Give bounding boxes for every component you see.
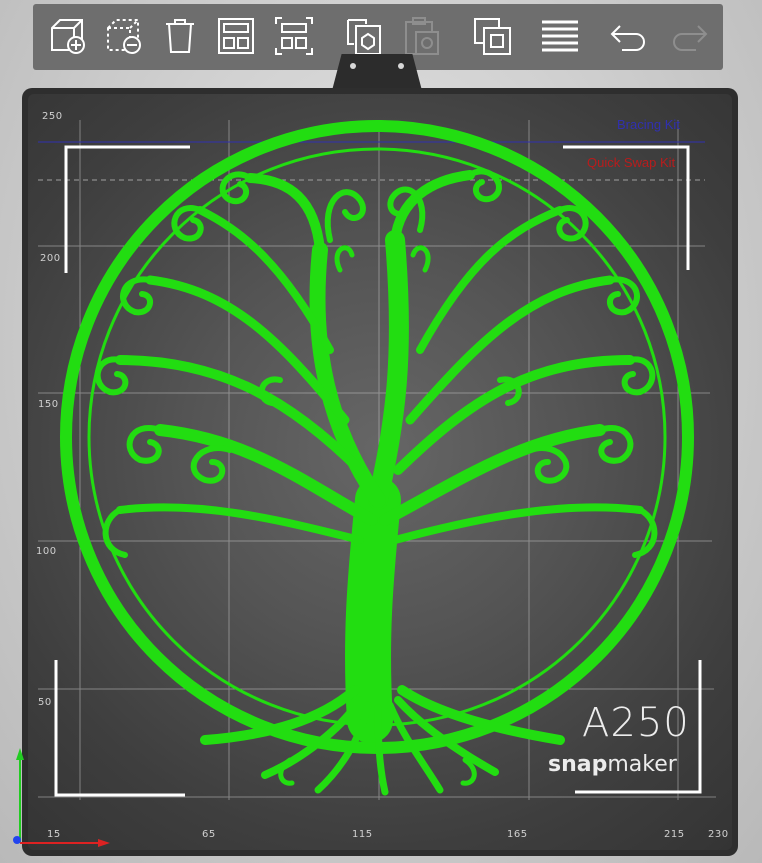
x-tick: 165 [507, 829, 528, 840]
tree-model [60, 120, 694, 796]
y-tick: 200 [40, 253, 61, 264]
x-tick: 115 [352, 829, 373, 840]
x-tick: 15 [47, 829, 61, 840]
brand-name-light: maker [607, 752, 677, 777]
quick-swap-kit-label: Quick Swap Kit [587, 155, 676, 170]
brand-name-bold: snap [548, 752, 608, 777]
brand-model: A250 [582, 700, 690, 746]
x-tick: 230 [708, 829, 729, 840]
y-tick: 100 [36, 546, 57, 557]
y-tick: 250 [42, 111, 63, 122]
x-tick: 215 [664, 829, 685, 840]
x-tick: 65 [202, 829, 216, 840]
brand-name: snapmaker [548, 752, 677, 777]
y-tick: 50 [38, 697, 52, 708]
bracing-kit-label: Bracing Kit [617, 117, 680, 132]
y-tick: 150 [38, 399, 59, 410]
